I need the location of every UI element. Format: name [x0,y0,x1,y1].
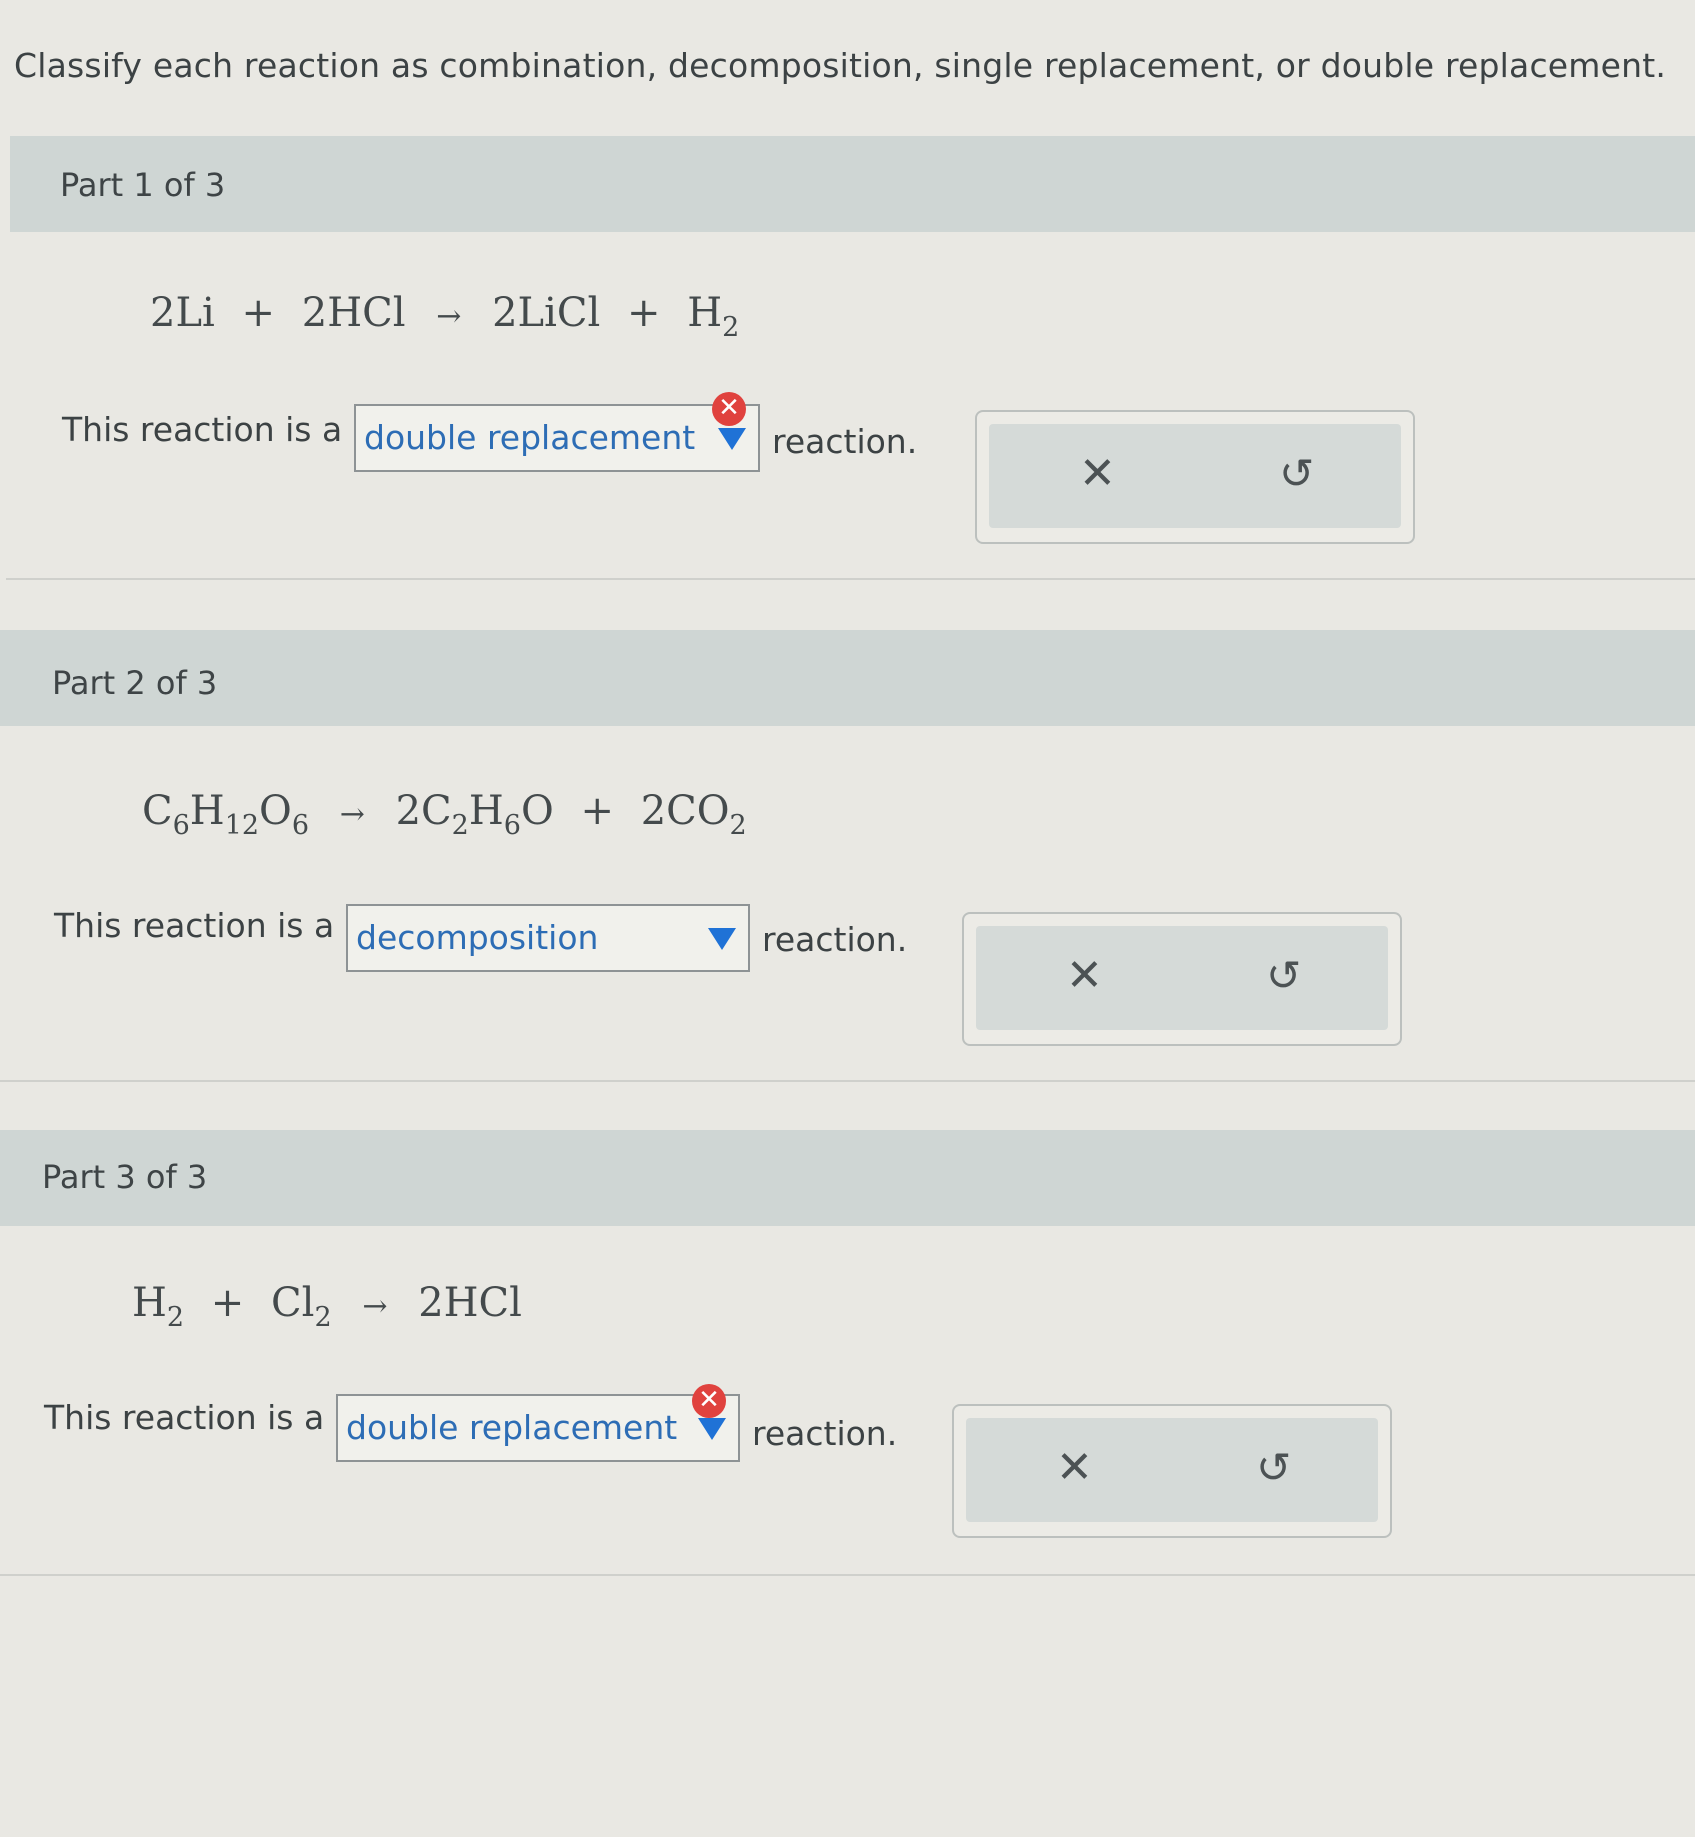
part-2-sentence-suffix: reaction. [762,920,908,959]
part-1-sentence-prefix: This reaction is a [62,410,343,449]
part-3-action-box: ✕ ↺ [952,1404,1392,1538]
part-3-header [0,1130,1695,1226]
part-1-divider [6,578,1695,580]
error-icon: ✕ [712,392,746,426]
chevron-down-icon [698,1418,726,1440]
part-3-sentence-suffix: reaction. [752,1414,898,1453]
instructions: Classify each reaction as combination, d… [14,46,1667,85]
part-2-sentence-prefix: This reaction is a [54,906,335,945]
part-2-title: Part 2 of 3 [52,664,218,702]
part-2-header [0,630,1695,726]
chevron-down-icon [708,928,736,950]
part-3-sentence-prefix: This reaction is a [44,1398,325,1437]
part-3-answer-value: double replacement [346,1408,678,1447]
clear-icon[interactable]: ✕ [1079,450,1116,498]
part-3-equation: H2 + Cl2 → 2HCl [132,1280,522,1333]
part-2-action-box: ✕ ↺ [962,912,1402,1046]
part-3-divider [0,1574,1695,1576]
undo-icon[interactable]: ↺ [1266,952,1301,1000]
clear-icon[interactable]: ✕ [1056,1444,1093,1492]
error-icon: ✕ [692,1384,726,1418]
part-1-answer-value: double replacement [364,418,696,457]
part-3-answer-dropdown[interactable]: double replacement [336,1394,740,1462]
part-1-sentence-suffix: reaction. [772,422,918,461]
part-2-answer-value: decomposition [356,918,599,957]
part-2-equation: C6H12O6 → 2C2H6O + 2CO2 [142,788,747,841]
part-1-equation: 2Li + 2HCl → 2LiCl + H2 [150,290,740,343]
part-1-answer-dropdown[interactable]: double replacement [354,404,760,472]
clear-icon[interactable]: ✕ [1066,952,1103,1000]
part-2-divider [0,1080,1695,1082]
part-2-answer-dropdown[interactable]: decomposition [346,904,750,972]
part-3-title: Part 3 of 3 [42,1158,208,1196]
part-1-header [10,136,1695,232]
chevron-down-icon [718,428,746,450]
part-1-action-box: ✕ ↺ [975,410,1415,544]
undo-icon[interactable]: ↺ [1256,1444,1291,1492]
undo-icon[interactable]: ↺ [1279,450,1314,498]
part-1-title: Part 1 of 3 [60,166,226,204]
